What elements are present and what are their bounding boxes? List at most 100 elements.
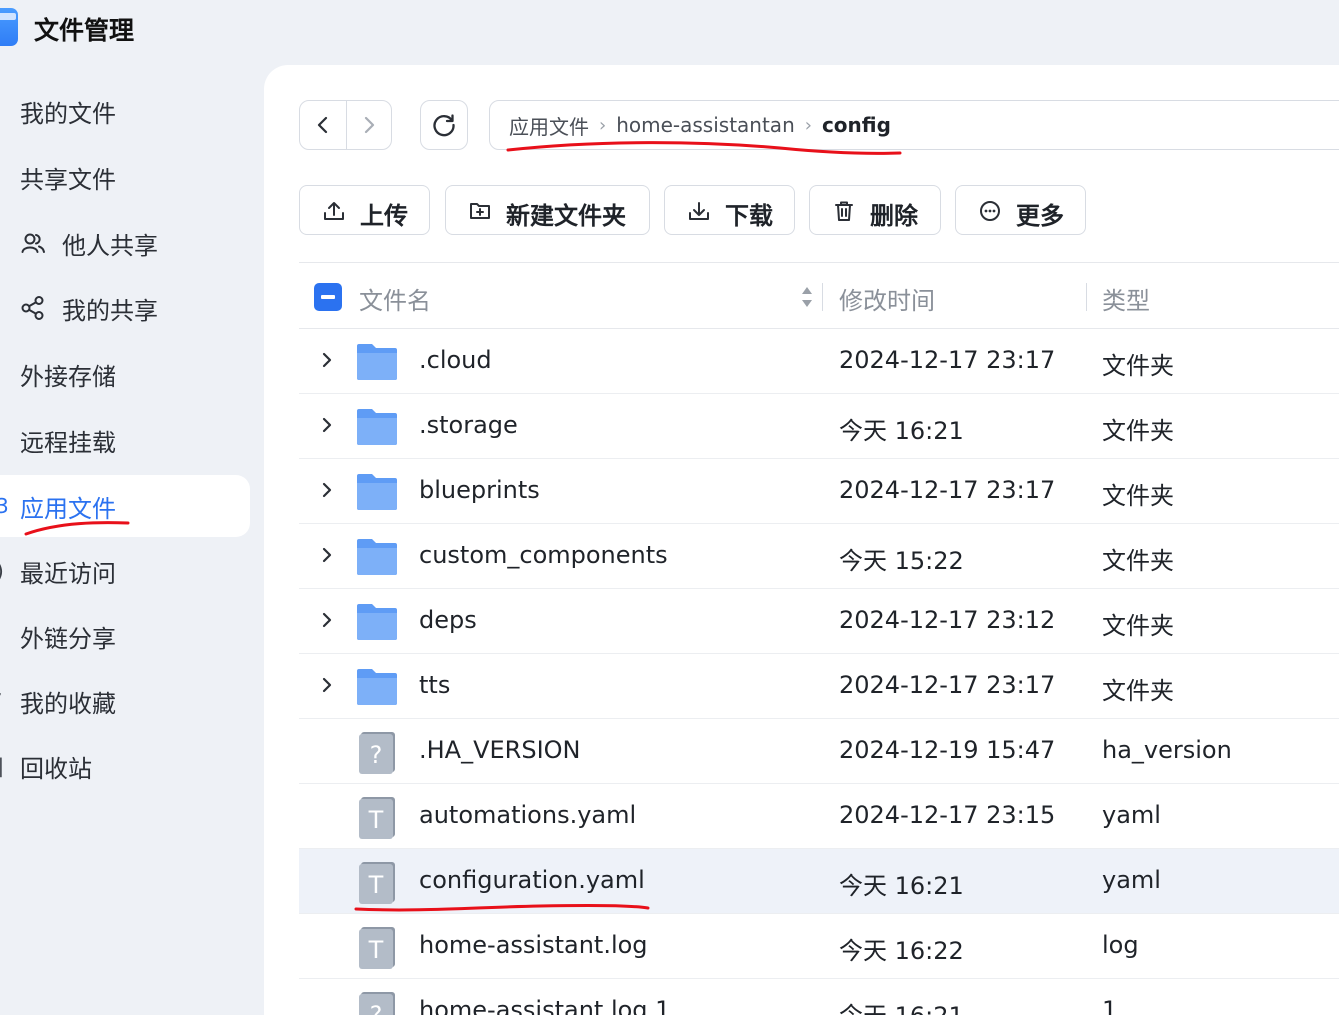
expand-chevron-icon[interactable]	[319, 349, 335, 371]
modified-time: 2024-12-17 23:17	[839, 671, 1056, 699]
breadcrumb-item[interactable]: home-assistantan	[616, 113, 795, 137]
svg-text:T: T	[368, 936, 384, 964]
svg-text:T: T	[368, 806, 384, 834]
refresh-button[interactable]	[420, 100, 468, 150]
trash-icon	[835, 201, 853, 221]
sidebar-item-10[interactable]: ∣ 回收站	[0, 735, 250, 797]
svg-text:?: ?	[370, 1001, 383, 1015]
download-button[interactable]: 下载	[664, 185, 795, 235]
sidebar-edge-icon: 3	[0, 494, 9, 518]
modified-time: 2024-12-17 23:15	[839, 801, 1056, 829]
table-row[interactable]: custom_components 今天 15:22 文件夹	[299, 524, 1339, 589]
back-button[interactable]	[300, 101, 346, 149]
file-type: ha_version	[1102, 736, 1232, 764]
modified-time: 今天 16:21	[839, 417, 964, 445]
breadcrumb-separator-icon: ›	[599, 114, 607, 136]
modified-time: 今天 16:22	[839, 937, 964, 965]
new-folder-icon	[470, 203, 490, 219]
modified-time: 2024-12-17 23:17	[839, 346, 1056, 374]
sidebar-item-6[interactable]: 3 应用文件	[0, 475, 250, 537]
column-divider[interactable]	[1086, 283, 1087, 311]
folder-icon	[355, 665, 399, 709]
sidebar-edge-icon: ∣	[0, 754, 6, 778]
table-row[interactable]: Thome-assistant.log 今天 16:22 log	[299, 914, 1339, 979]
sidebar-item-8[interactable]: ı 外链分享	[0, 605, 250, 667]
upload-label: 上传	[360, 202, 408, 230]
users-icon	[20, 230, 46, 256]
refresh-icon	[433, 114, 455, 137]
sidebar-item-9[interactable]: ’ 我的收藏	[0, 670, 250, 732]
expand-chevron-icon[interactable]	[319, 544, 335, 566]
select-all-checkbox[interactable]	[314, 283, 342, 311]
modified-time: 2024-12-19 15:47	[839, 736, 1056, 764]
table-header: 文件名 修改时间 类型	[299, 262, 1339, 329]
sidebar-item-label: 外链分享	[20, 624, 116, 653]
sidebar-item-label: 我的收藏	[20, 689, 116, 718]
file-name: blueprints	[419, 476, 540, 504]
main-panel: 应用文件 › home-assistantan › config 上传 新建文件夹 下载…	[264, 65, 1339, 1015]
sidebar-item-3[interactable]: 我的共享	[0, 277, 250, 339]
sidebar-item-2[interactable]: 他人共享	[0, 212, 250, 274]
table-row[interactable]: tts 2024-12-17 23:17 文件夹	[299, 654, 1339, 719]
table-row[interactable]: ? .HA_VERSION 2024-12-19 15:47 ha_version	[299, 719, 1339, 784]
svg-text:?: ?	[370, 741, 383, 769]
delete-button[interactable]: 删除	[809, 185, 941, 235]
app-title: 文件管理	[34, 16, 135, 45]
sidebar-item-4[interactable]: 外接存储	[0, 343, 250, 405]
forward-button[interactable]	[345, 101, 392, 149]
modified-time: 2024-12-17 23:12	[839, 606, 1056, 634]
table-row[interactable]: Tautomations.yaml 2024-12-17 23:15 yaml	[299, 784, 1339, 849]
sidebar-item-0[interactable]: 我的文件	[0, 80, 250, 142]
table-row[interactable]: blueprints 2024-12-17 23:17 文件夹	[299, 459, 1339, 524]
modified-time: 2024-12-17 23:17	[839, 476, 1056, 504]
folder-icon	[355, 600, 399, 644]
breadcrumb-item[interactable]: 应用文件	[509, 111, 589, 140]
table-row[interactable]: .storage 今天 16:21 文件夹	[299, 394, 1339, 459]
chevron-right-icon	[364, 116, 374, 134]
download-label: 下载	[725, 202, 773, 230]
more-icon	[980, 201, 1000, 221]
share-icon	[20, 295, 46, 321]
file-type: yaml	[1102, 866, 1161, 894]
text-file-icon: T	[355, 795, 399, 839]
breadcrumb: 应用文件 › home-assistantan › config	[489, 100, 1339, 150]
file-type: 文件夹	[1102, 677, 1174, 705]
chevron-left-icon	[317, 116, 327, 134]
modified-time: 今天 16:21	[839, 996, 964, 1015]
sidebar-edge-icon: ı	[0, 624, 2, 648]
header-name[interactable]: 文件名	[359, 281, 431, 316]
sidebar-item-label: 共享文件	[20, 165, 116, 194]
file-type: 文件夹	[1102, 417, 1174, 445]
file-name: configuration.yaml	[419, 866, 645, 894]
expand-chevron-icon[interactable]	[319, 674, 335, 696]
table-row[interactable]: .cloud 2024-12-17 23:17 文件夹	[299, 329, 1339, 394]
more-button[interactable]: 更多	[955, 185, 1086, 235]
expand-chevron-icon[interactable]	[319, 414, 335, 436]
sort-icon[interactable]	[799, 283, 815, 311]
column-divider[interactable]	[822, 283, 823, 311]
table-row[interactable]: Tconfiguration.yaml 今天 16:21 yaml	[299, 849, 1339, 914]
delete-label: 删除	[870, 202, 918, 230]
file-name: deps	[419, 606, 477, 634]
upload-button[interactable]: 上传	[299, 185, 430, 235]
new-folder-label: 新建文件夹	[506, 202, 626, 230]
sidebar-edge-icon: )	[0, 559, 4, 583]
sidebar-item-label: 远程挂载	[20, 428, 116, 457]
header-type[interactable]: 类型	[1102, 281, 1150, 316]
sidebar-item-7[interactable]: ) 最近访问	[0, 540, 250, 602]
header-modified[interactable]: 修改时间	[839, 281, 935, 316]
table-row[interactable]: deps 2024-12-17 23:12 文件夹	[299, 589, 1339, 654]
sidebar-item-5[interactable]: 远程挂载	[0, 409, 250, 471]
sidebar-edge-icon: ’	[0, 689, 2, 713]
new-folder-button[interactable]: 新建文件夹	[445, 185, 650, 235]
file-type: 文件夹	[1102, 612, 1174, 640]
table-row[interactable]: ? home-assistant.log.1 今天 16:21 1	[299, 979, 1339, 1015]
breadcrumb-item[interactable]: config	[822, 113, 891, 137]
expand-chevron-icon[interactable]	[319, 479, 335, 501]
history-nav	[299, 100, 392, 150]
text-file-icon: T	[355, 925, 399, 969]
breadcrumb-separator-icon: ›	[804, 114, 812, 136]
expand-chevron-icon[interactable]	[319, 609, 335, 631]
sidebar-item-1[interactable]: 共享文件	[0, 146, 250, 208]
sidebar-item-label: 我的共享	[62, 296, 158, 325]
